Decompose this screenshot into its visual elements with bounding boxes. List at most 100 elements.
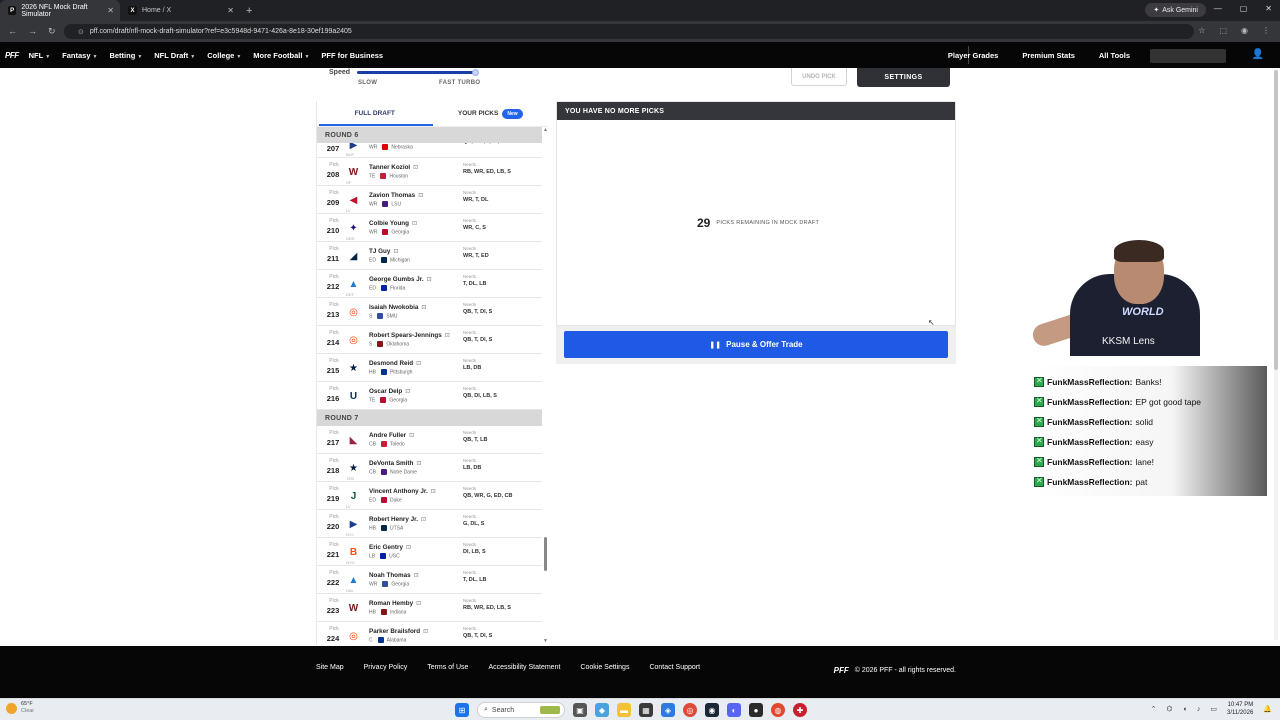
draft-pick-row[interactable]: Pick 209 ◀ LV Zavion Thomas ⊡ WR LSU Needs WR, T,… bbox=[317, 186, 542, 214]
back-icon[interactable]: ← bbox=[8, 26, 17, 37]
note-icon[interactable]: ⊡ bbox=[423, 629, 428, 635]
player-name[interactable]: Tanner Koziol ⊡ bbox=[369, 164, 418, 171]
forward-icon[interactable]: → bbox=[28, 26, 37, 37]
tab-full-draft[interactable]: FULL DRAFT bbox=[317, 101, 433, 126]
menu-icon[interactable]: ⋮ bbox=[1262, 26, 1270, 35]
draft-pick-row[interactable]: Pick 214 ◎ Robert Spears-Jennings ⊡ S Oklahoma… bbox=[317, 326, 542, 354]
player-name[interactable]: Desmond Reid ⊡ bbox=[369, 360, 421, 367]
player-name[interactable]: Eric Gentry ⊡ bbox=[369, 544, 411, 551]
note-icon[interactable]: ⊡ bbox=[421, 517, 426, 523]
scroll-up-icon[interactable]: ▲ bbox=[543, 127, 548, 133]
player-name[interactable]: TJ Guy ⊡ bbox=[369, 248, 398, 255]
taskbar-search[interactable]: ⌕ Search bbox=[477, 702, 565, 718]
volume-icon[interactable]: ♪ bbox=[1197, 706, 1201, 713]
pff-logo[interactable]: PFF bbox=[5, 51, 19, 60]
store-icon[interactable]: ◈ bbox=[661, 703, 675, 717]
draft-pick-row[interactable]: Pick 210 ✦ DEN Colbie Young ⊡ WR Georgia Needs WR… bbox=[317, 214, 542, 242]
pause-offer-trade-button[interactable]: ❚❚ Pause & Offer Trade bbox=[564, 331, 948, 358]
profile-icon[interactable]: ◉ bbox=[1241, 26, 1248, 35]
file-explorer-icon[interactable]: ▬ bbox=[617, 703, 631, 717]
footer-link-contact-support[interactable]: Contact Support bbox=[649, 664, 700, 671]
player-name[interactable]: George Gumbs Jr. ⊡ bbox=[369, 276, 432, 283]
undo-pick-button[interactable]: UNDO PICK bbox=[791, 68, 847, 86]
player-name[interactable]: Noah Thomas ⊡ bbox=[369, 572, 419, 579]
player-name[interactable]: Robert Henry Jr. ⊡ bbox=[369, 516, 426, 523]
network-icon[interactable]: ⌬ bbox=[1167, 705, 1173, 713]
note-icon[interactable]: ⊡ bbox=[416, 461, 421, 467]
task-view-icon[interactable]: ▣ bbox=[573, 703, 587, 717]
close-icon[interactable]: ✕ bbox=[227, 6, 234, 15]
player-name[interactable]: Robert Spears-Jennings ⊡ bbox=[369, 332, 450, 339]
draft-pick-row[interactable]: Pick 217 ◣ Andre Fuller ⊡ CB Toledo Needs QB, T,… bbox=[317, 426, 542, 454]
slider-handle[interactable] bbox=[472, 69, 479, 76]
nav-search-box[interactable] bbox=[1150, 49, 1226, 63]
note-icon[interactable]: ⊡ bbox=[416, 361, 421, 367]
draft-pick-row[interactable]: Pick 211 ◢ TJ Guy ⊡ ED Michigan Needs WR, T, ED bbox=[317, 242, 542, 270]
note-icon[interactable]: ⊡ bbox=[393, 249, 398, 255]
obs-icon[interactable]: ● bbox=[749, 703, 763, 717]
player-name[interactable]: Colbie Young ⊡ bbox=[369, 220, 417, 227]
bookmark-star-icon[interactable]: ☆ bbox=[1198, 26, 1205, 35]
scroll-down-icon[interactable]: ▼ bbox=[543, 638, 548, 644]
reload-icon[interactable]: ↻ bbox=[48, 26, 56, 37]
scroll-thumb[interactable] bbox=[1274, 70, 1278, 370]
draft-pick-row[interactable]: Pick 224 ◎ Parker Brailsford ⊡ C Alabama Needs Q… bbox=[317, 622, 542, 644]
note-icon[interactable]: ⊡ bbox=[445, 333, 450, 339]
ask-gemini-button[interactable]: ✦ Ask Gemini bbox=[1145, 3, 1206, 17]
nav-item-fantasy[interactable]: Fantasy ▼ bbox=[62, 51, 97, 60]
taskbar-clock[interactable]: 10:47 PM 3/11/2026 bbox=[1227, 701, 1253, 717]
weather-widget[interactable]: 65°F Clear bbox=[6, 701, 34, 715]
battery-icon[interactable]: ▭ bbox=[1210, 705, 1217, 713]
nav-item-pff-for-business[interactable]: PFF for Business bbox=[321, 51, 383, 60]
notification-icon[interactable]: 🔔 bbox=[1263, 705, 1272, 713]
note-icon[interactable]: ⊡ bbox=[405, 389, 410, 395]
draft-pick-row[interactable]: Pick 208 W SF Tanner Koziol ⊡ TE Houston Needs RB… bbox=[317, 158, 542, 186]
nav-item-premium-stats[interactable]: Premium Stats bbox=[1022, 51, 1075, 60]
note-icon[interactable]: ⊡ bbox=[416, 601, 421, 607]
page-scrollbar[interactable] bbox=[1274, 70, 1278, 640]
windows-start-icon[interactable]: ⊞ bbox=[455, 703, 469, 717]
player-name[interactable]: Vincent Anthony Jr. ⊡ bbox=[369, 488, 436, 495]
footer-link-cookie-settings[interactable]: Cookie Settings bbox=[580, 664, 629, 671]
nav-item-player-grades[interactable]: Player Grades bbox=[948, 51, 998, 60]
nav-item-more-football[interactable]: More Football ▼ bbox=[253, 51, 309, 60]
player-name[interactable]: DeVonta Smith ⊡ bbox=[369, 460, 421, 467]
nav-item-betting[interactable]: Betting ▼ bbox=[109, 51, 142, 60]
note-icon[interactable]: ⊡ bbox=[409, 433, 414, 439]
mic-icon[interactable]: ◖ bbox=[1183, 706, 1187, 713]
list-scroll-thumb[interactable] bbox=[544, 537, 547, 571]
note-icon[interactable]: ⊡ bbox=[406, 545, 411, 551]
draft-pick-row[interactable]: Pick 212 ▲ DET George Gumbs Jr. ⊡ ED Florida Nee… bbox=[317, 270, 542, 298]
steam-icon[interactable]: ◉ bbox=[705, 703, 719, 717]
footer-link-privacy[interactable]: Privacy Policy bbox=[364, 664, 408, 671]
footer-link-site-map[interactable]: Site Map bbox=[316, 664, 344, 671]
draft-pick-list[interactable]: ROUND 6Pick207▶BUFWRNebraskaNeedsQB, WR,… bbox=[317, 127, 542, 644]
new-tab-icon[interactable]: + bbox=[246, 5, 252, 17]
settings-button[interactable]: SETTINGS bbox=[857, 68, 950, 87]
draft-pick-row[interactable]: Pick 223 W Roman Hemby ⊡ HB Indiana Needs RB, WR… bbox=[317, 594, 542, 622]
copilot-icon[interactable]: ◆ bbox=[595, 703, 609, 717]
nav-item-college[interactable]: College ▼ bbox=[207, 51, 241, 60]
footer-link-accessibility[interactable]: Accessibility Statement bbox=[488, 664, 560, 671]
note-icon[interactable]: ⊡ bbox=[418, 193, 423, 199]
extensions-icon[interactable]: ⬚ bbox=[1219, 26, 1227, 35]
close-window-icon[interactable]: ✕ bbox=[1265, 4, 1272, 13]
draft-pick-row[interactable]: Pick 213 ◎ Isaiah Nwokobia ⊡ S SMU Needs QB, T, … bbox=[317, 298, 542, 326]
note-icon[interactable]: ⊡ bbox=[431, 489, 436, 495]
site-info-icon[interactable]: ⊙ bbox=[78, 28, 84, 36]
note-icon[interactable]: ⊡ bbox=[414, 573, 419, 579]
draft-pick-row[interactable]: Pick 218 ★ TEN DeVonta Smith ⊡ CB Notre Dame Nee… bbox=[317, 454, 542, 482]
minimize-icon[interactable]: — bbox=[1214, 4, 1222, 13]
maximize-icon[interactable]: ▢ bbox=[1240, 4, 1248, 13]
note-icon[interactable]: ⊡ bbox=[427, 277, 432, 283]
note-icon[interactable]: ⊡ bbox=[412, 221, 417, 227]
player-name[interactable]: Isaiah Nwokobia ⊡ bbox=[369, 304, 426, 311]
app-icon[interactable]: ◍ bbox=[771, 703, 785, 717]
url-input[interactable]: ⊙ pff.com/draft/nfl-mock-draft-simulator… bbox=[64, 24, 1194, 39]
player-name[interactable]: Roman Hemby ⊡ bbox=[369, 600, 421, 607]
tray-chevron-icon[interactable]: ⌃ bbox=[1151, 705, 1157, 713]
player-name[interactable]: Oscar Delp ⊡ bbox=[369, 388, 410, 395]
note-icon[interactable]: ⊡ bbox=[421, 305, 426, 311]
draft-pick-row[interactable]: Pick 222 ▲ DAL Noah Thomas ⊡ WR Georgia Needs T, … bbox=[317, 566, 542, 594]
draft-pick-row[interactable]: Pick 216 U Oscar Delp ⊡ TE Georgia Needs QB, DI,… bbox=[317, 382, 542, 410]
